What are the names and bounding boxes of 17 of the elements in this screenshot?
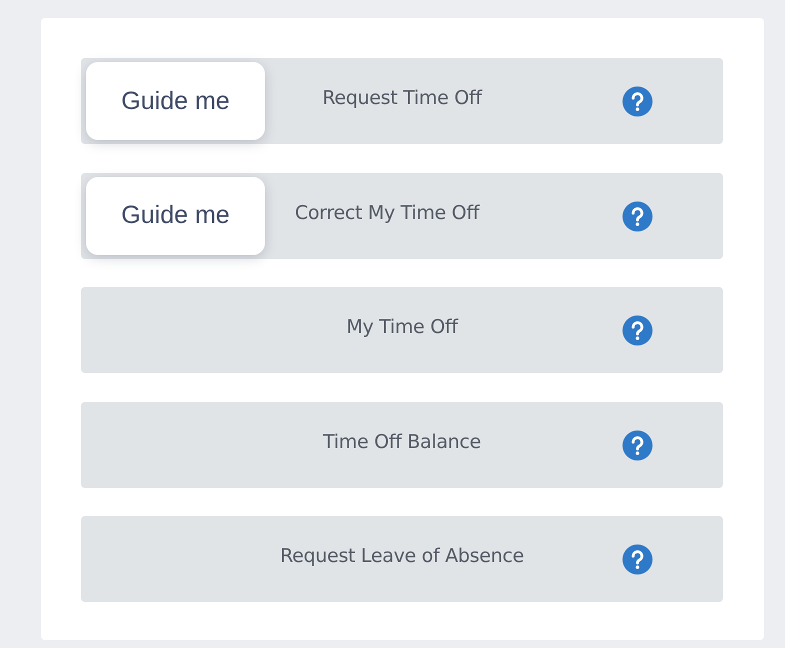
guide-me-button[interactable]: Guide me bbox=[86, 176, 265, 254]
action-row[interactable]: Guide me Request Time Off bbox=[81, 58, 723, 144]
action-label: Correct My Time Off bbox=[294, 202, 480, 224]
action-row[interactable]: Time Off Balance bbox=[81, 402, 723, 488]
action-row[interactable]: My Time Off bbox=[81, 287, 723, 373]
action-label: Time Off Balance bbox=[323, 430, 481, 452]
help-icon[interactable] bbox=[622, 200, 653, 232]
guide-me-button[interactable]: Guide me bbox=[86, 62, 265, 140]
help-icon[interactable] bbox=[622, 544, 653, 575]
help-icon[interactable] bbox=[622, 430, 653, 460]
action-label: Request Leave of Absence bbox=[280, 545, 524, 567]
action-label: Request Time Off bbox=[322, 87, 482, 109]
action-row[interactable]: Guide me Correct My Time Off bbox=[81, 172, 723, 258]
action-row[interactable]: Request Leave of Absence bbox=[81, 516, 723, 602]
help-icon[interactable] bbox=[622, 86, 653, 117]
action-label: My Time Off bbox=[346, 316, 458, 338]
help-icon[interactable] bbox=[622, 315, 653, 346]
